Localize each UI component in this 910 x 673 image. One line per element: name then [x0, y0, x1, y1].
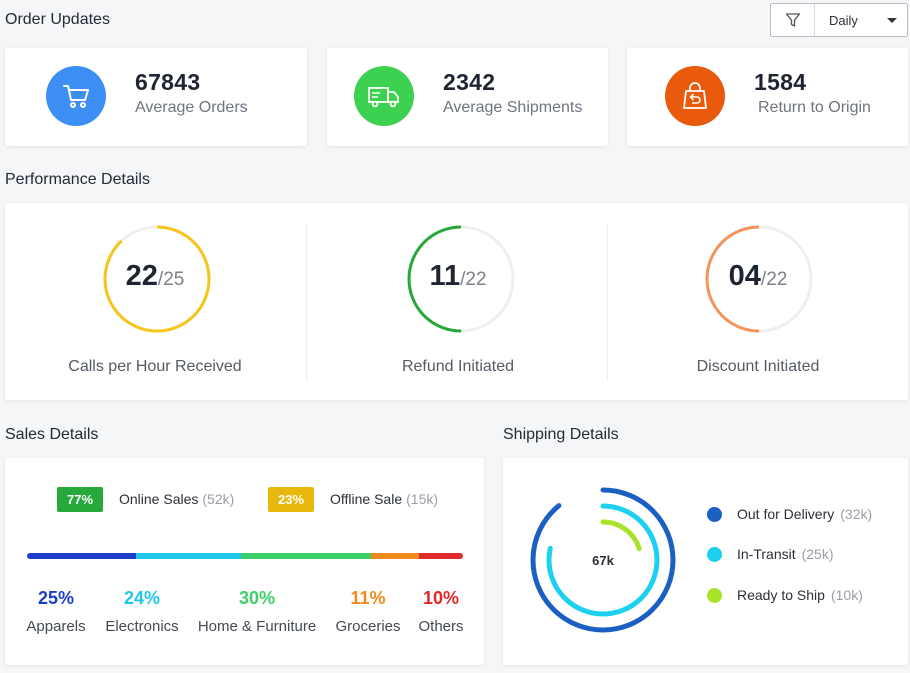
- category-electronics: 24% Electronics: [105, 588, 179, 635]
- shipping-card: 67k Out for Delivery (32k) In-Transit (25k…: [503, 458, 908, 665]
- online-sales-badge: 77%: [57, 487, 103, 512]
- online-sales-legend: Online Sales (52k): [119, 491, 235, 507]
- rto-value: 1584: [754, 69, 807, 95]
- average-shipments-value: 2342: [443, 69, 496, 95]
- performance-card: 22/25 Calls per Hour Received 11/22 Refu…: [5, 203, 908, 400]
- filter-control[interactable]: Daily: [770, 3, 908, 37]
- legend-dot: [707, 587, 722, 603]
- sales-card: 77% Online Sales (52k) 23% Offline Sale (1…: [5, 458, 484, 665]
- offline-sales-badge: 23%: [268, 487, 314, 512]
- refund-label: Refund Initiated: [401, 358, 515, 375]
- legend-out-for-delivery: Out for Delivery (32k): [707, 506, 872, 522]
- sales-title: Sales Details: [5, 426, 99, 443]
- legend-dot: [707, 506, 722, 522]
- order-updates-title: Order Updates: [5, 11, 110, 28]
- return-bag-icon: [665, 66, 725, 126]
- performance-title: Performance Details: [5, 171, 150, 188]
- average-orders-label: Average Orders: [135, 99, 248, 116]
- stat-card-orders: 67843 Average Orders: [5, 48, 307, 146]
- bar-segment-home-furniture: [240, 553, 372, 559]
- stat-card-rto: 1584 Return to Origin: [627, 48, 908, 146]
- perf-item-refund: 11/22 Refund Initiated: [308, 203, 608, 400]
- filter-button[interactable]: [771, 4, 815, 36]
- offline-sales-legend: Offline Sale (15k): [330, 491, 439, 507]
- average-shipments-label: Average Shipments: [443, 99, 583, 116]
- legend-dot: [707, 546, 722, 562]
- category-home-furniture: 30% Home & Furniture: [197, 588, 317, 635]
- category-groceries: 11% Groceries: [335, 588, 401, 635]
- bar-segment-apparels: [27, 553, 136, 559]
- category-apparels: 25% Apparels: [26, 588, 86, 635]
- calls-value: 22/25: [125, 260, 185, 292]
- discount-label: Discount Initiated: [696, 358, 820, 375]
- stat-card-shipments: 2342 Average Shipments: [327, 48, 608, 146]
- period-select[interactable]: Daily: [815, 13, 907, 28]
- divider: [306, 223, 307, 381]
- period-select-value: Daily: [829, 12, 858, 28]
- perf-item-calls: 22/25 Calls per Hour Received: [5, 203, 305, 400]
- shipping-total: 67k: [592, 553, 614, 568]
- refund-value: 11/22: [429, 260, 487, 292]
- rto-label: Return to Origin: [758, 99, 871, 116]
- filter-icon: [785, 13, 800, 27]
- category-others: 10% Others: [418, 588, 464, 635]
- bar-segment-groceries: [371, 553, 420, 559]
- category-share-bar: [27, 553, 463, 559]
- legend-in-transit: In-Transit (25k): [707, 546, 834, 562]
- bar-segment-electronics: [136, 553, 241, 559]
- chevron-down-icon: [887, 17, 897, 23]
- average-orders-value: 67843: [135, 69, 201, 95]
- bar-segment-others: [419, 553, 463, 559]
- cart-icon: [46, 66, 106, 126]
- truck-icon: [354, 66, 414, 126]
- shipping-title: Shipping Details: [503, 426, 619, 443]
- discount-value: 04/22: [728, 260, 788, 292]
- shipping-radial-chart: 67k: [530, 487, 676, 633]
- calls-label: Calls per Hour Received: [68, 358, 242, 375]
- perf-item-discount: 04/22 Discount Initiated: [608, 203, 908, 400]
- legend-ready-to-ship: Ready to Ship (10k): [707, 587, 863, 603]
